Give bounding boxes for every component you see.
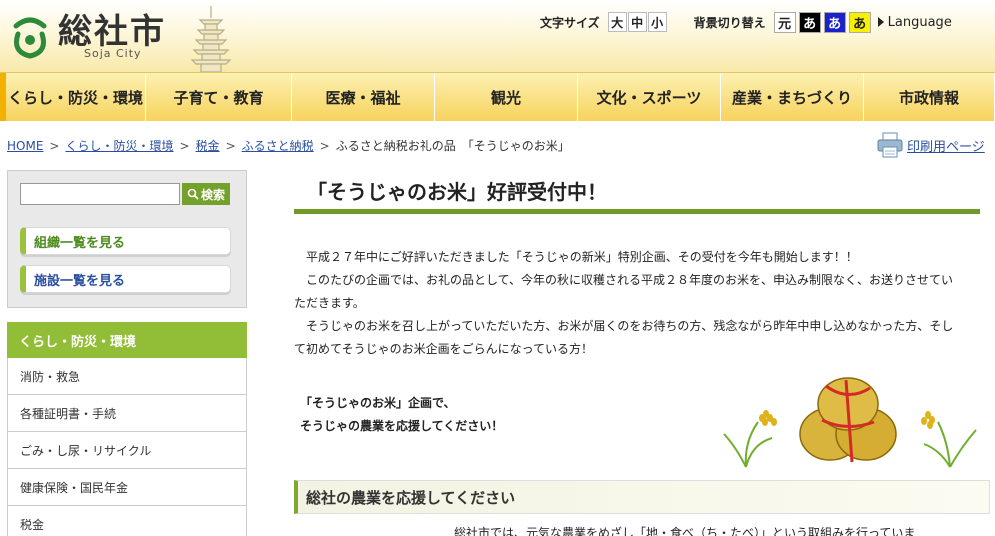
sidebar-category-title[interactable]: くらし・防災・環境 (7, 322, 247, 358)
logo-text[interactable]: 総社市 (58, 4, 166, 53)
sidebar-item-tax[interactable]: 税金 (7, 506, 247, 536)
support-line: 「そうじゃのお米」企画で、 (300, 396, 456, 410)
bg-black-button[interactable]: あ (798, 11, 821, 33)
background-switch-label: 背景切り替え (693, 15, 766, 30)
intro-paragraph: このたびの企画では、お礼の品として、今年の秋に収穫される平成２８年度のお米を、申… (294, 273, 954, 310)
nav-item-tourism[interactable]: 観光 (435, 73, 578, 121)
breadcrumb-separator: > (179, 138, 190, 153)
city-emblem-icon[interactable] (8, 12, 52, 60)
arrow-right-icon (877, 17, 884, 27)
language-label: Language (887, 14, 952, 30)
accessibility-tools: 文字サイズ 大 中 小 背景切り替え 元 あ あ あ Language (540, 11, 952, 33)
sidebar-category-list: 消防・救急 各種証明書・手続 ごみ・し尿・リサイクル 健康保険・国民年金 税金 (7, 358, 247, 536)
search-button-label: 検索 (200, 187, 225, 202)
facility-list-link[interactable]: 施設一覧を見る (20, 265, 231, 293)
nav-item-culture[interactable]: 文化・スポーツ (578, 73, 721, 121)
org-list-link[interactable]: 組織一覧を見る (20, 227, 231, 255)
printer-icon (877, 132, 903, 158)
breadcrumb: HOME > くらし・防災・環境 > 税金 > ふるさと納税 > ふるさと納税お… (7, 137, 570, 154)
intro-text: 平成２７年中にご好評いただきました「そうじゃの新米」特別企画、その受付を今年も開… (294, 246, 964, 361)
logo-subtitle: Soja City (84, 47, 142, 60)
font-size-medium-button[interactable]: 中 (627, 12, 647, 32)
section-text: 総社市では、元気な農業をめざし「地・食べ（ち・たべ）」という取組みを行っていま (454, 526, 916, 536)
breadcrumb-separator: > (319, 138, 330, 153)
nav-item-medical[interactable]: 医療・福祉 (292, 73, 435, 121)
breadcrumb-home[interactable]: HOME (7, 139, 43, 153)
print-page-label: 印刷用ページ (907, 139, 985, 155)
breadcrumb-separator: > (49, 138, 60, 153)
print-page-link[interactable]: 印刷用ページ (876, 132, 985, 158)
sidebar-item-garbage[interactable]: ごみ・し尿・リサイクル (7, 432, 247, 469)
nav-item-living[interactable]: くらし・防災・環境 (0, 73, 146, 121)
site-header: 総社市 Soja City 文字サイズ 大 中 小 背景切り替え 元 あ あ あ… (0, 0, 995, 72)
search-button[interactable]: 検索 (182, 183, 230, 205)
breadcrumb-separator: > (225, 138, 236, 153)
section-heading: 総社の農業を応援してください (294, 480, 990, 514)
bg-default-button[interactable]: 元 (773, 11, 796, 33)
nav-item-industry[interactable]: 産業・まちづくり (721, 73, 864, 121)
page-title: 「そうじゃのお米」好評受付中！ (294, 170, 980, 214)
support-line: そうじゃの農業を応援してください！ (300, 419, 504, 433)
sidebar-item-insurance[interactable]: 健康保険・国民年金 (7, 469, 247, 506)
sidebar-item-certificates[interactable]: 各種証明書・手続 (7, 395, 247, 432)
search-icon (187, 188, 199, 200)
breadcrumb-tax[interactable]: 税金 (196, 137, 220, 154)
sidebar-item-fire[interactable]: 消防・救急 (7, 358, 247, 395)
rice-bales-illustration-icon (723, 377, 977, 468)
language-link[interactable]: Language (877, 14, 952, 30)
intro-paragraph: そうじゃのお米を召し上がっていただいた方、お米が届くのをお待ちの方、残念ながら昨… (294, 319, 954, 356)
global-nav: くらし・防災・環境 子育て・教育 医療・福祉 観光 文化・スポーツ 産業・まちづ… (0, 72, 995, 122)
bg-blue-button[interactable]: あ (823, 11, 846, 33)
support-message: 「そうじゃのお米」企画で、 そうじゃの農業を応援してください！ (300, 392, 503, 438)
breadcrumb-furusato[interactable]: ふるさと納税 (242, 137, 314, 154)
search-input[interactable] (20, 183, 180, 205)
breadcrumb-current: ふるさと納税お礼の品 「そうじゃのお米」 (335, 139, 570, 153)
sidebar-search-box: 検索 組織一覧を見る 施設一覧を見る (7, 170, 247, 308)
font-size-label: 文字サイズ (540, 15, 600, 30)
breadcrumb-living[interactable]: くらし・防災・環境 (65, 137, 173, 154)
nav-item-childcare[interactable]: 子育て・教育 (146, 73, 292, 121)
font-size-small-button[interactable]: 小 (647, 12, 667, 32)
font-size-large-button[interactable]: 大 (607, 12, 627, 32)
intro-paragraph: 平成２７年中にご好評いただきました「そうじゃの新米」特別企画、その受付を今年も開… (306, 250, 858, 264)
nav-item-cityinfo[interactable]: 市政情報 (864, 73, 995, 121)
pagoda-illustration-icon (190, 6, 232, 72)
bg-yellow-button[interactable]: あ (848, 11, 871, 33)
